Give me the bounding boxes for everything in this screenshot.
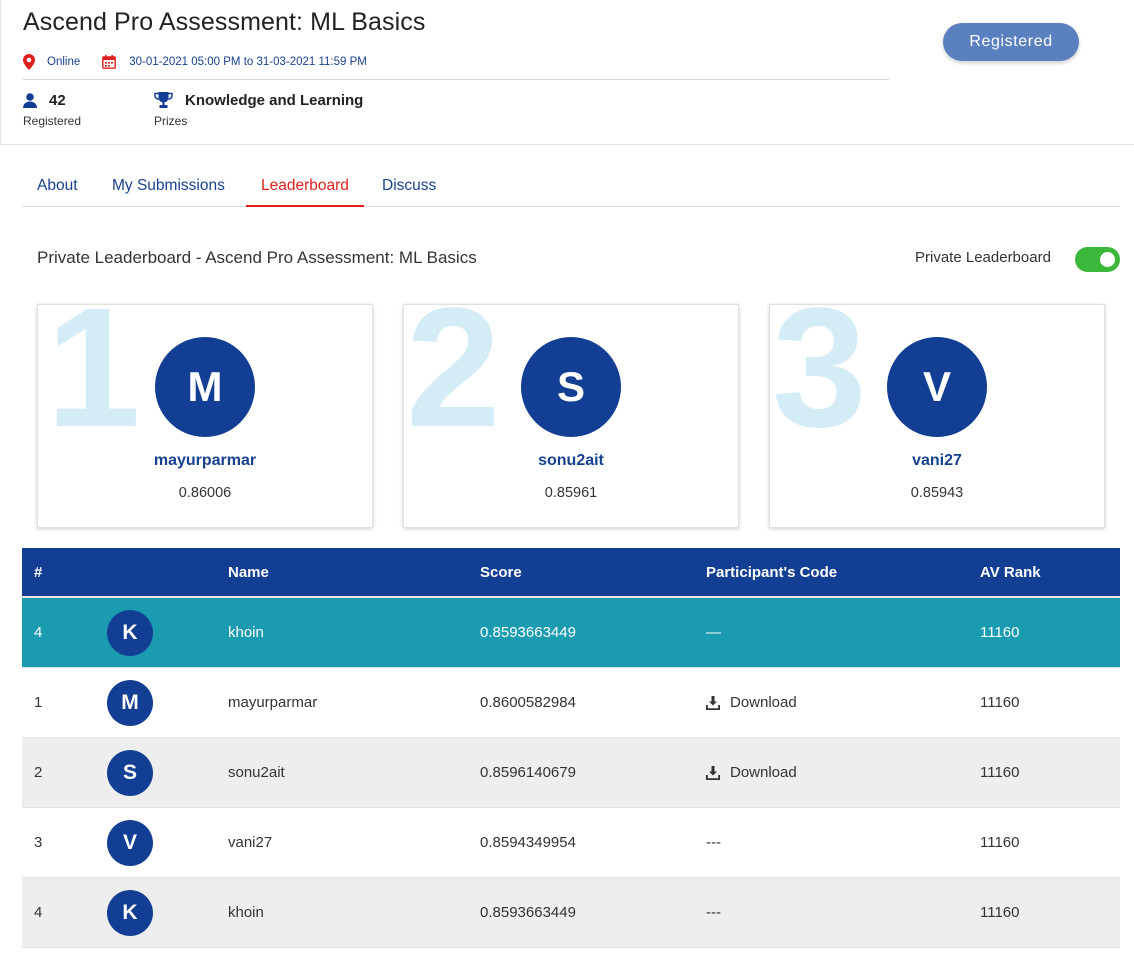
avatar: V — [107, 819, 153, 866]
leaderboard-title: Private Leaderboard - Ascend Pro Assessm… — [37, 248, 477, 267]
leaderboard-table: # Name Score Participant's Code AV Rank … — [22, 548, 1120, 948]
row-score: 0.8593663449 — [480, 904, 576, 921]
table-row: 1 M mayurparmar 0.8600582984 Download 11… — [22, 668, 1120, 738]
prizes-stat: Knowledge and Learning Prizes — [154, 90, 364, 129]
row-name[interactable]: sonu2ait — [228, 738, 285, 807]
avatar: K — [107, 609, 153, 656]
podium-name[interactable]: mayurparmar — [38, 452, 372, 470]
avatar: M — [155, 337, 255, 437]
row-av-rank: 11160 — [980, 764, 1020, 781]
column-header-name: Name — [228, 563, 269, 581]
page-title: Ascend Pro Assessment: ML Basics — [23, 8, 426, 36]
table-row: 2 S sonu2ait 0.8596140679 Download 11160 — [22, 738, 1120, 808]
tab-discuss[interactable]: Discuss — [382, 164, 436, 207]
prize-value: Knowledge and Learning — [185, 91, 364, 109]
podium-card-2: 2 S sonu2ait 0.85961 — [403, 304, 739, 528]
row-av-rank: 11160 — [980, 904, 1020, 921]
download-code-link[interactable]: Download — [706, 738, 797, 807]
registered-stat: 42 Registered — [23, 90, 81, 128]
private-leaderboard-toggle[interactable] — [1075, 247, 1120, 272]
avatar: K — [107, 889, 153, 936]
row-rank: 2 — [34, 764, 43, 781]
podium-name[interactable]: sonu2ait — [404, 452, 738, 470]
table-row-current-user: 4 K khoin 0.8593663449 — 11160 — [22, 598, 1120, 668]
avatar: S — [107, 749, 153, 796]
row-rank: 4 — [34, 624, 43, 641]
row-rank: 3 — [34, 834, 43, 851]
calendar-icon — [102, 55, 117, 69]
row-score: 0.8593663449 — [480, 624, 576, 641]
avatar-cell: K — [107, 878, 153, 947]
prize-label: Prizes — [154, 114, 188, 128]
avatar: V — [887, 337, 987, 437]
column-header-score: Score — [480, 563, 522, 581]
podium-rank-number: 3 — [772, 304, 867, 463]
avatar: M — [107, 679, 153, 726]
download-label: Download — [730, 694, 797, 711]
podium-rank-number: 1 — [46, 304, 141, 463]
podium-score: 0.86006 — [178, 485, 232, 501]
row-code: --- — [706, 904, 721, 921]
row-name[interactable]: khoin — [228, 598, 264, 667]
row-score: 0.8596140679 — [480, 764, 576, 781]
avatar-cell: K — [107, 598, 153, 667]
location-pin-icon — [23, 54, 35, 70]
podium-rank-number: 2 — [406, 304, 501, 463]
event-location: Online — [47, 56, 81, 68]
row-code: --- — [706, 834, 721, 851]
event-header: Ascend Pro Assessment: ML Basics Online … — [0, 0, 1134, 145]
toggle-knob — [1100, 252, 1115, 267]
avatar-cell: V — [107, 808, 153, 877]
avatar-cell: M — [107, 668, 153, 737]
row-score: 0.8594349954 — [480, 834, 576, 851]
tab-bar: About My Submissions Leaderboard Discuss — [22, 164, 1120, 207]
podium-score: 0.85961 — [544, 485, 598, 501]
registered-button[interactable]: Registered — [943, 23, 1079, 61]
podium-name[interactable]: vani27 — [770, 452, 1104, 470]
registered-label: Registered — [23, 114, 82, 128]
event-meta: Online 30-01-2021 05:00 PM to 31-03-2021… — [23, 52, 367, 72]
tab-my-submissions[interactable]: My Submissions — [112, 164, 225, 207]
podium-card-1: 1 M mayurparmar 0.86006 — [37, 304, 373, 528]
podium-score: 0.85943 — [910, 485, 964, 501]
table-row: 3 V vani27 0.8594349954 --- 11160 — [22, 808, 1120, 878]
row-rank: 1 — [34, 694, 43, 711]
row-score: 0.8600582984 — [480, 694, 576, 711]
private-leaderboard-toggle-label: Private Leaderboard — [915, 249, 1051, 266]
podium-card-3: 3 V vani27 0.85943 — [769, 304, 1105, 528]
download-label: Download — [730, 764, 797, 781]
table-row: 4 K khoin 0.8593663449 --- 11160 — [22, 878, 1120, 948]
row-av-rank: 11160 — [980, 624, 1020, 641]
event-dates: 30-01-2021 05:00 PM to 31-03-2021 11:59 … — [129, 56, 367, 68]
trophy-icon — [154, 92, 173, 108]
row-rank: 4 — [34, 904, 43, 921]
download-icon — [706, 765, 720, 780]
row-code: — — [706, 624, 721, 641]
tab-about[interactable]: About — [37, 164, 78, 207]
download-icon — [706, 695, 720, 710]
avatar: S — [521, 337, 621, 437]
column-header-code: Participant's Code — [706, 563, 838, 581]
avatar-cell: S — [107, 738, 153, 807]
row-av-rank: 11160 — [980, 694, 1020, 711]
registered-count: 42 — [49, 91, 66, 109]
header-divider — [23, 79, 889, 80]
user-icon — [23, 92, 37, 108]
download-code-link[interactable]: Download — [706, 668, 797, 737]
row-name[interactable]: mayurparmar — [228, 668, 317, 737]
table-header: # Name Score Participant's Code AV Rank — [22, 548, 1120, 598]
row-name[interactable]: khoin — [228, 878, 264, 947]
column-header-rank: # — [34, 563, 43, 581]
row-name[interactable]: vani27 — [228, 808, 272, 877]
column-header-av-rank: AV Rank — [980, 563, 1041, 581]
tab-leaderboard[interactable]: Leaderboard — [246, 164, 364, 207]
row-av-rank: 11160 — [980, 834, 1020, 851]
